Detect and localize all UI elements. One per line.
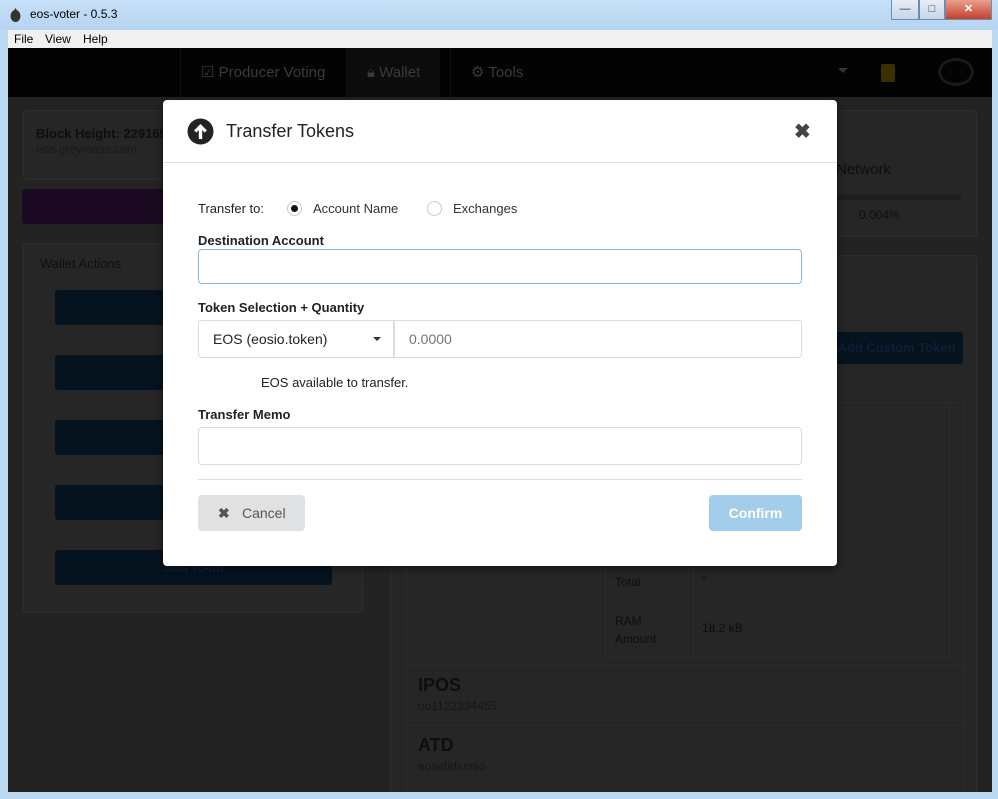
radio-account-name-label[interactable]: Account Name [313,201,398,216]
modal-header: Transfer Tokens ✖ [163,100,837,163]
token-selection-label: Token Selection + Quantity [198,300,365,315]
app-logo-icon [10,8,21,22]
close-icon: ✖ [218,505,230,521]
nav-wallet[interactable]: 🔒︎ Wallet [346,48,441,97]
network-logo-icon [938,58,974,86]
transfer-memo-input[interactable] [198,427,802,465]
unlocked-lock-icon[interactable] [881,64,895,82]
gear-icon: ⚙ [471,64,489,81]
token-contract: oo1122334455 [418,699,498,713]
transfer-tokens-modal: Transfer Tokens ✖ Transfer to: Account N… [163,100,837,566]
nav-producer-voting[interactable]: ☑ Producer Voting [180,48,345,97]
menu-help[interactable]: Help [83,32,108,46]
menu-bar: File View Help [8,30,992,48]
row-divider [407,725,965,726]
top-nav: ☑ Producer Voting 🔒︎ Wallet ⚙ Tools [8,48,992,97]
maximize-button[interactable]: □ [919,0,945,20]
dropdown-caret-icon [373,337,381,345]
close-window-button[interactable]: ✕ [945,0,992,20]
block-height: Block Height: 229169 [36,126,167,141]
cancel-label: Cancel [242,505,286,521]
network-percent: 0.004% [859,208,900,222]
destination-account-input[interactable] [198,249,802,284]
check-square-icon: ☑ [201,64,219,81]
network-label: Network [836,161,892,178]
menu-view[interactable]: View [45,32,71,46]
token-selected-value: EOS (eosio.token) [213,331,328,347]
transfer-to-label: Transfer to: [198,201,264,216]
row-divider [407,665,965,666]
node-url: eos.greymass.com [36,142,137,156]
resource-value: 18.2 kB [702,621,743,635]
token-contract: eosatidiumio [418,759,486,773]
radio-exchanges[interactable] [427,201,442,216]
transfer-memo-label: Transfer Memo [198,407,291,422]
available-balance-text: EOS available to transfer. [261,375,409,390]
window-titlebar: eos-voter - 0.5.3 — □ ✕ [0,0,998,30]
modal-title: Transfer Tokens [226,121,355,141]
quantity-input[interactable] [394,320,802,358]
destination-account-label: Destination Account [198,233,324,248]
cancel-button[interactable]: ✖ Cancel [198,495,305,531]
confirm-button[interactable]: Confirm [709,495,802,531]
menu-file[interactable]: File [14,32,33,46]
token-symbol: IPOS [418,675,462,695]
token-symbol: ATD [418,735,454,755]
nav-tools[interactable]: ⚙ Tools [450,48,543,97]
resource-value: - [702,569,706,583]
wallet-actions-title: Wallet Actions [40,256,122,271]
resource-label: Total [615,575,641,589]
arrow-up-circle-icon [187,118,214,145]
minimize-button[interactable]: — [891,0,919,20]
radio-account-name[interactable] [287,201,302,216]
radio-exchanges-label[interactable]: Exchanges [453,201,517,216]
lock-icon: 🔒︎ [367,64,380,81]
add-custom-token-button[interactable]: Add Custom Token [830,332,963,364]
account-dropdown-caret-icon[interactable] [838,68,848,78]
close-modal-icon[interactable]: ✖ [794,119,811,144]
divider [198,479,802,480]
window-title: eos-voter - 0.5.3 [30,7,118,21]
resource-label: RAM Amount [615,614,657,646]
token-select-dropdown[interactable]: EOS (eosio.token) [198,320,394,358]
